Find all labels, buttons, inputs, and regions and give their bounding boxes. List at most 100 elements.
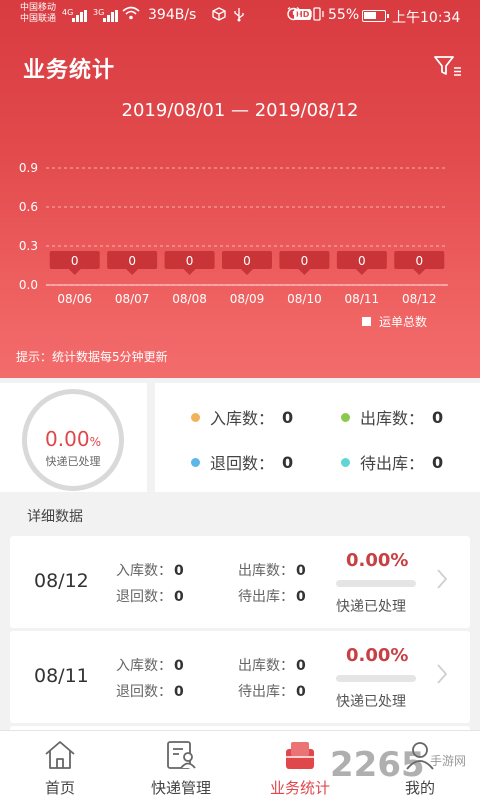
data-label: 0 bbox=[186, 254, 194, 268]
progress-percent: 0.00% bbox=[27, 427, 119, 451]
detail-pending: 待出库： 0 bbox=[238, 681, 306, 701]
battery-percent: 55% bbox=[328, 7, 360, 23]
stat-returned: 退回数： 0 bbox=[191, 450, 293, 474]
detail-pending: 待出库： 0 bbox=[238, 586, 306, 606]
detail-outbound: 出库数： 0 bbox=[238, 560, 306, 580]
detail-progress-bar bbox=[336, 580, 416, 587]
kv-value: 0 bbox=[296, 684, 306, 700]
kv-value: 0 bbox=[174, 684, 184, 700]
signal-icon bbox=[103, 10, 119, 22]
detail-processed-label: 快递已处理 bbox=[336, 599, 406, 615]
parcel-management-icon bbox=[163, 739, 199, 771]
tab-parcel-management[interactable]: 快递管理 bbox=[138, 731, 224, 800]
clock: 上午10:34 bbox=[392, 10, 461, 26]
data-label: 0 bbox=[415, 254, 423, 268]
data-label: 0 bbox=[71, 254, 79, 268]
kv-value: 0 bbox=[296, 658, 306, 674]
progress-label: 快递已处理 bbox=[45, 455, 101, 468]
kv-label: 待出库： bbox=[238, 589, 294, 605]
tab-home[interactable]: 首页 bbox=[20, 731, 100, 800]
signal-icon bbox=[72, 10, 88, 22]
stat-label: 出库数： bbox=[360, 409, 425, 428]
stat-pending: 待出库： 0 bbox=[341, 450, 443, 474]
detail-percent: 0.00% bbox=[346, 645, 409, 666]
kv-label: 退回数： bbox=[116, 589, 172, 605]
progress-percent-unit: % bbox=[89, 435, 101, 449]
carrier-2: 中国联通 bbox=[20, 14, 57, 24]
filter-icon[interactable] bbox=[433, 54, 463, 78]
detail-inbound: 入库数： 0 bbox=[116, 560, 184, 580]
detail-returned: 退回数： 0 bbox=[116, 586, 184, 606]
kv-label: 出库数： bbox=[238, 563, 294, 579]
watermark-sub: 手游网 bbox=[430, 754, 467, 768]
data-label: 0 bbox=[301, 254, 309, 268]
detail-card[interactable]: 08/11 入库数： 0 出库数： 0 退回数： 0 待出库： 0 0.00% 快递已处… bbox=[10, 631, 470, 723]
detail-inbound: 入库数： 0 bbox=[116, 655, 184, 675]
detail-outbound: 出库数： 0 bbox=[238, 655, 306, 675]
kv-value: 0 bbox=[174, 589, 184, 605]
detail-progress-bar bbox=[336, 675, 416, 682]
stat-value: 0 bbox=[432, 452, 444, 472]
detail-returned: 退回数： 0 bbox=[116, 681, 184, 701]
carrier-1: 中国移动 bbox=[20, 3, 57, 13]
kv-value: 0 bbox=[174, 563, 184, 579]
detail-processed-label: 快递已处理 bbox=[336, 694, 406, 710]
kv-value: 0 bbox=[296, 589, 306, 605]
x-tick-label: 08/07 bbox=[115, 292, 150, 306]
home-icon bbox=[42, 739, 78, 771]
x-tick-label: 08/08 bbox=[172, 292, 207, 306]
kv-label: 入库数： bbox=[116, 658, 172, 674]
x-tick-label: 08/06 bbox=[57, 292, 92, 306]
detail-card[interactable]: 08/12 入库数： 0 出库数： 0 退回数： 0 待出库： 0 0.00% 快递已处… bbox=[10, 536, 470, 628]
y-tick-label: 0.6 bbox=[19, 200, 38, 214]
data-label: 0 bbox=[243, 254, 251, 268]
vibrate-icon bbox=[309, 7, 325, 25]
summary-progress-panel: 0.00% 快递已处理 bbox=[0, 383, 147, 492]
detail-percent: 0.00% bbox=[346, 550, 409, 571]
detail-date: 08/12 bbox=[34, 570, 89, 592]
summary-stats-panel: 入库数： 0 出库数： 0 退回数： 0 待出库： 0 bbox=[155, 383, 480, 492]
x-tick-label: 08/11 bbox=[345, 292, 380, 306]
x-tick-label: 08/09 bbox=[230, 292, 265, 306]
stat-dot bbox=[341, 457, 350, 467]
stat-dot bbox=[191, 412, 200, 422]
stat-inbound: 入库数： 0 bbox=[191, 405, 293, 429]
detail-section-title: 详细数据 bbox=[27, 509, 83, 525]
data-label: 0 bbox=[128, 254, 136, 268]
progress-percent-value: 0.00 bbox=[45, 427, 90, 451]
y-tick-label: 0.3 bbox=[19, 239, 38, 253]
stat-label: 退回数： bbox=[210, 454, 275, 473]
alarm-clock-icon bbox=[286, 6, 301, 25]
stat-dot bbox=[341, 412, 350, 422]
kv-label: 退回数： bbox=[116, 684, 172, 700]
detail-date: 08/11 bbox=[34, 665, 89, 687]
wifi-icon bbox=[122, 6, 140, 24]
tab-label: 快递管理 bbox=[150, 779, 211, 797]
y-tick-label: 0.0 bbox=[19, 278, 38, 292]
chevron-right-icon bbox=[436, 663, 448, 691]
stat-dot bbox=[191, 457, 200, 467]
legend-swatch bbox=[362, 317, 371, 326]
stats-chart: 0.0 0.3 0.6 0.9 0 08/06 0 08/07 0 08/08 0 08/09 0 08/… bbox=[19, 161, 448, 329]
network-speed: 394B/s bbox=[148, 7, 197, 23]
stat-outbound: 出库数： 0 bbox=[341, 405, 443, 429]
x-tick-label: 08/10 bbox=[287, 292, 322, 306]
statistics-icon bbox=[282, 739, 318, 771]
battery-icon bbox=[362, 10, 389, 22]
watermark: 2265 bbox=[330, 745, 425, 785]
y-tick-label: 0.9 bbox=[19, 161, 38, 175]
data-label: 0 bbox=[358, 254, 366, 268]
header-area: 中国移动 中国联通 4G 3G 394B/s HD 55% 上午10:34 业务… bbox=[0, 0, 480, 378]
stat-value: 0 bbox=[282, 407, 294, 427]
chevron-right-icon bbox=[436, 568, 448, 596]
kv-label: 出库数： bbox=[238, 658, 294, 674]
kv-value: 0 bbox=[174, 658, 184, 674]
carrier-info: 中国移动 中国联通 bbox=[20, 3, 56, 25]
kv-label: 入库数： bbox=[116, 563, 172, 579]
date-range[interactable]: 2019/08/01 — 2019/08/12 bbox=[0, 100, 480, 121]
cube-icon bbox=[212, 7, 226, 25]
x-tick-label: 08/12 bbox=[402, 292, 437, 306]
progress-ring: 0.00% 快递已处理 bbox=[22, 389, 124, 491]
tab-label: 首页 bbox=[44, 779, 75, 797]
stat-value: 0 bbox=[432, 407, 444, 427]
